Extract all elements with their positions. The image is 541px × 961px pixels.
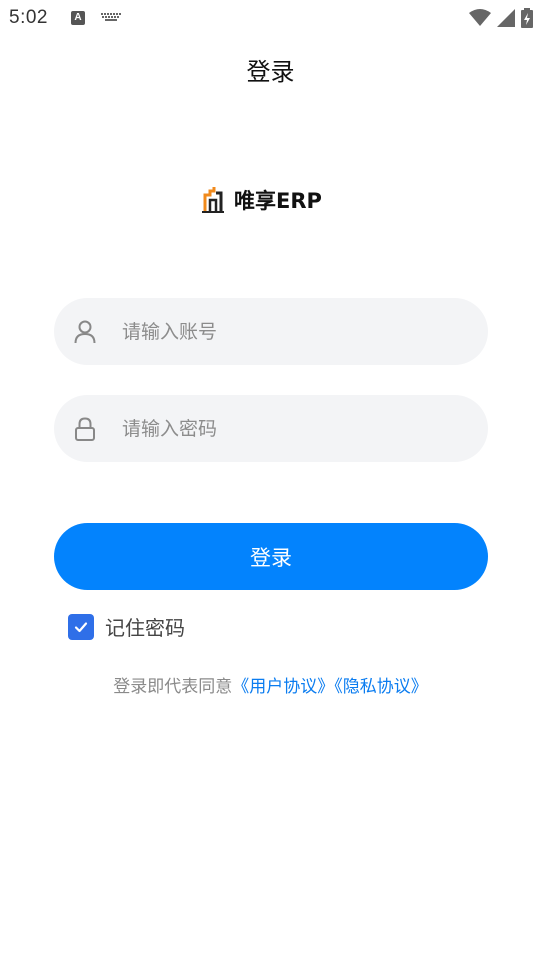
user-agreement-link[interactable]: 《用户协议》 <box>232 677 334 697</box>
cell-signal-icon <box>497 9 515 27</box>
password-input[interactable] <box>120 416 488 441</box>
agreement-text: 登录即代表同意《用户协议》《隐私协议》 <box>0 672 541 697</box>
logo-text: 唯享ERP <box>234 189 322 213</box>
remember-label: 记住密码 <box>105 616 185 640</box>
lock-icon <box>74 416 96 441</box>
notification-a-icon: A <box>71 11 85 25</box>
battery-icon <box>521 8 533 28</box>
user-icon <box>74 320 96 344</box>
remember-password[interactable]: 记住密码 <box>68 612 185 641</box>
status-indicators <box>469 8 533 28</box>
checkmark-icon <box>74 621 88 632</box>
remember-checkbox[interactable] <box>68 613 94 640</box>
agreement-prefix: 登录即代表同意 <box>113 677 233 697</box>
wifi-icon <box>469 9 491 26</box>
password-field[interactable] <box>54 395 488 462</box>
status-time: 5:02 <box>9 7 48 28</box>
logo-mark-icon <box>202 187 224 213</box>
keyboard-icon <box>101 13 121 21</box>
privacy-agreement-link[interactable]: 《隐私协议》 <box>334 677 428 697</box>
account-input[interactable] <box>120 319 488 344</box>
app-logo: 唯享ERP <box>202 185 322 215</box>
page-title: 登录 <box>246 58 295 86</box>
login-button[interactable]: 登录 <box>54 523 488 590</box>
account-field[interactable] <box>54 298 488 365</box>
status-bar: 5:02 A <box>0 0 541 36</box>
